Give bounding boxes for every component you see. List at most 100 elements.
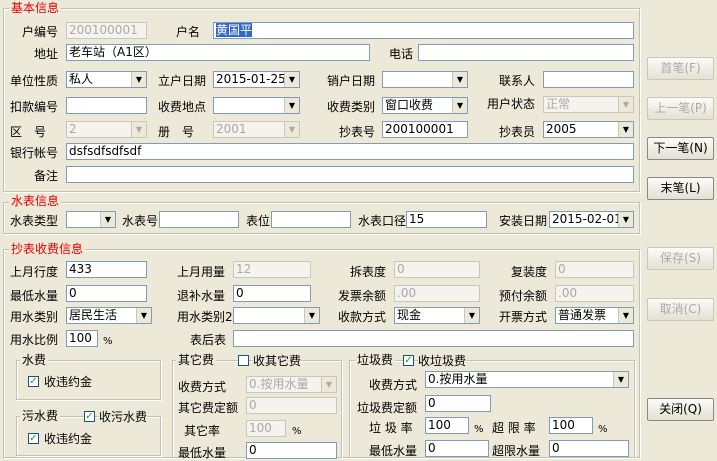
other-method-select[interactable]: 0.按用水量 ▼ [246,376,337,393]
dismantle-field[interactable]: 0 [394,261,480,278]
meter-position-label: 表位 [246,214,271,228]
fee-type-select[interactable]: 窗口收费 ▼ [382,97,468,114]
bank-field[interactable]: dsfsdfsdfsdf [66,143,634,160]
other-quota-label: 其它费定额 [178,401,239,415]
invoice-balance-field[interactable]: .00 [394,285,480,302]
water-type2-label: 用水类别2 [177,310,233,324]
other-rate-label: 其它率 [184,424,221,438]
prepaid-balance-field[interactable]: .00 [555,285,634,302]
water-type2-select[interactable]: ▼ [233,307,320,324]
invoice-method-value: 普通发票 [558,308,607,322]
user-status-value: 正常 [546,97,571,111]
chevron-down-icon[interactable]: ▼ [100,212,115,227]
chevron-down-icon[interactable]: ▼ [284,72,299,87]
chevron-down-icon[interactable]: ▼ [618,308,633,323]
garbage-collect-checkbox[interactable]: ✓ [403,355,414,366]
deduct-no-field[interactable] [66,97,147,114]
close-button[interactable]: 关闭(Q) [647,398,714,421]
other-method-value: 0.按用水量 [249,377,309,391]
contact-field[interactable] [543,71,634,88]
chevron-down-icon[interactable]: ▼ [613,372,628,387]
chevron-down-icon[interactable]: ▼ [136,308,151,323]
min-water-label: 最低水量 [10,289,59,303]
after-meter-field[interactable] [233,330,634,347]
pay-method-select[interactable]: 现金 ▼ [394,307,480,324]
meter-caliber-label: 水表口径 [358,214,407,228]
reading-no-label: 抄表号 [339,125,376,139]
water-late-fee-checkbox[interactable]: ✓ [28,376,39,387]
account-no-field[interactable]: 200100001 [66,22,147,39]
address-field[interactable]: 老车站（A1区） [66,44,370,61]
cancel-button[interactable]: 取消(C) [647,298,714,321]
phone-field[interactable] [418,44,634,61]
invoice-method-select[interactable]: 普通发票 ▼ [555,307,634,324]
zone-select[interactable]: 2 ▼ [66,121,147,138]
meter-type-label: 水表类型 [10,214,59,228]
sewage-collect-checkbox[interactable]: ✓ [84,411,95,422]
bank-label: 银行帐号 [10,146,59,160]
chevron-down-icon[interactable]: ▼ [618,122,633,137]
chevron-down-icon[interactable]: ▼ [464,308,479,323]
other-collect-checkbox[interactable] [238,355,249,366]
open-date-value: 2015-01-25 [216,72,286,86]
chevron-down-icon[interactable]: ▼ [131,72,146,87]
other-method-label: 收费方式 [178,380,227,394]
last-reading-label: 上月行度 [10,265,59,279]
chevron-down-icon[interactable]: ▼ [452,72,467,87]
chevron-down-icon[interactable]: ▼ [618,212,633,227]
chevron-down-icon[interactable]: ▼ [452,98,467,113]
refund-water-field[interactable]: 0 [233,285,311,302]
sewage-late-fee-checkbox[interactable]: ✓ [28,433,39,444]
fee-place-select[interactable]: ▼ [213,97,300,114]
other-rate-field[interactable]: 100 [246,420,286,437]
other-min-water-field[interactable]: 0 [246,442,337,459]
next-record-button[interactable]: 下一笔(N) [647,137,714,160]
garbage-method-select[interactable]: 0.按用水量 ▼ [425,371,629,388]
reinstall-field[interactable]: 0 [555,261,634,278]
last-usage-field[interactable]: 12 [233,261,311,278]
chevron-down-icon[interactable]: ▼ [131,122,146,137]
garbage-method-value: 0.按用水量 [428,372,488,386]
ratio-unit: % [103,336,113,347]
garbage-over-water-field[interactable]: 0 [549,440,629,457]
other-min-water-label: 最低水量 [178,446,227,460]
min-water-field[interactable]: 0 [66,285,147,302]
garbage-quota-field[interactable]: 0 [425,395,491,412]
last-reading-field[interactable]: 433 [66,261,147,278]
book-select[interactable]: 2001 ▼ [213,121,300,138]
install-date-select[interactable]: 2015-02-01 ▼ [549,211,634,228]
prepaid-balance-label: 预付余额 [499,289,548,303]
garbage-rate-field[interactable]: 100 [425,417,469,434]
garbage-over-rate-field[interactable]: 100 [549,417,593,434]
meter-position-field[interactable] [271,211,351,228]
water-type-select[interactable]: 居民生活 ▼ [66,307,152,324]
meter-no-field[interactable] [159,211,239,228]
chevron-down-icon[interactable]: ▼ [304,308,319,323]
garbage-over-rate-unit: % [598,424,608,435]
name-field[interactable]: 黄国平 [213,22,634,39]
meter-caliber-field[interactable]: 15 [406,211,487,228]
reader-select[interactable]: 2005 ▼ [543,121,634,138]
unit-type-select[interactable]: 私人 ▼ [66,71,147,88]
user-status-select[interactable]: 正常 ▼ [543,96,634,113]
chevron-down-icon[interactable]: ▼ [618,97,633,112]
basic-info-title: 基本信息 [9,1,62,15]
chevron-down-icon[interactable]: ▼ [321,377,336,392]
chevron-down-icon[interactable]: ▼ [284,122,299,137]
ratio-field[interactable]: 100 [66,330,98,347]
meter-type-select[interactable]: ▼ [66,211,116,228]
garbage-min-water-field[interactable]: 0 [425,440,489,457]
reading-no-field[interactable]: 200100001 [382,121,468,138]
invoice-balance-label: 发票余额 [338,289,387,303]
chevron-down-icon[interactable]: ▼ [284,98,299,113]
save-button[interactable]: 保存(S) [647,247,714,270]
other-quota-field[interactable]: 0 [246,397,337,414]
fee-place-label: 收费地点 [158,100,207,114]
last-record-button[interactable]: 末笔(L) [647,177,714,200]
first-record-button[interactable]: 首笔(F) [647,57,714,80]
close-date-label: 销户日期 [327,74,376,88]
open-date-select[interactable]: 2015-01-25 ▼ [213,71,300,88]
close-date-select[interactable]: ▼ [382,71,468,88]
prev-record-button[interactable]: 上一笔(P) [647,97,714,120]
remark-field[interactable] [66,166,634,183]
